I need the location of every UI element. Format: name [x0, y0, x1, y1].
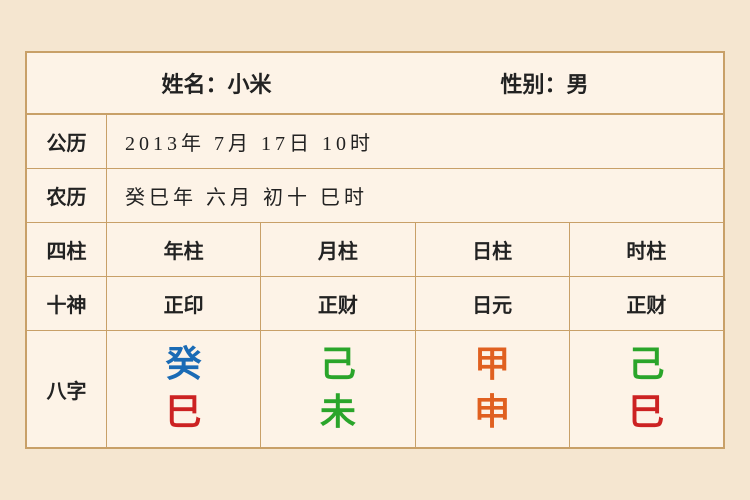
sizhu-rizhu: 日柱 — [416, 223, 570, 276]
sizhu-label: 四柱 — [27, 223, 107, 276]
bazhi-bottom-3: 巳 — [628, 393, 664, 433]
bazhi-bottom-1: 未 — [320, 393, 356, 433]
shishen-1: 正印 — [107, 277, 261, 330]
shishen-label: 十神 — [27, 277, 107, 330]
sizhu-shizhu: 时柱 — [570, 223, 723, 276]
bazhi-col-1: 己 未 — [261, 331, 415, 446]
solar-label: 公历 — [27, 115, 107, 168]
main-container: 姓名：小米 性别：男 公历 2013年 7月 17日 10时 农历 癸巳年 六月… — [25, 51, 725, 448]
shishen-2: 正财 — [261, 277, 415, 330]
bazhi-top-3: 己 — [628, 345, 664, 385]
bazhi-top-0: 癸 — [166, 345, 202, 385]
lunar-row: 农历 癸巳年 六月 初十 巳时 — [27, 169, 723, 223]
bazhi-bottom-0: 巳 — [166, 393, 202, 433]
bazhi-chars: 癸 巳 己 未 甲 申 己 巳 — [107, 331, 723, 446]
bazhi-col-2: 甲 申 — [416, 331, 570, 446]
bazhi-label: 八字 — [27, 331, 107, 446]
bazhi-row: 八字 癸 巳 己 未 甲 申 己 巳 — [27, 331, 723, 446]
bazhi-col-0: 癸 巳 — [107, 331, 261, 446]
bazhi-col-3: 己 巳 — [570, 331, 723, 446]
gender-label: 性别：男 — [500, 67, 588, 99]
sizhu-yuezhu: 月柱 — [261, 223, 415, 276]
shishen-3: 日元 — [416, 277, 570, 330]
bazhi-top-1: 己 — [320, 345, 356, 385]
solar-row: 公历 2013年 7月 17日 10时 — [27, 115, 723, 169]
sizhu-nianzhu: 年柱 — [107, 223, 261, 276]
lunar-value: 癸巳年 六月 初十 巳时 — [107, 169, 723, 222]
bazhi-top-2: 甲 — [474, 345, 510, 385]
shishen-4: 正财 — [570, 277, 723, 330]
lunar-label: 农历 — [27, 169, 107, 222]
header-row: 姓名：小米 性别：男 — [27, 53, 723, 115]
sizhu-row: 四柱 年柱 月柱 日柱 时柱 — [27, 223, 723, 277]
bazhi-bottom-2: 申 — [474, 393, 510, 433]
solar-value: 2013年 7月 17日 10时 — [107, 115, 723, 168]
name-label: 姓名：小米 — [161, 67, 271, 99]
shishen-row: 十神 正印 正财 日元 正财 — [27, 277, 723, 331]
